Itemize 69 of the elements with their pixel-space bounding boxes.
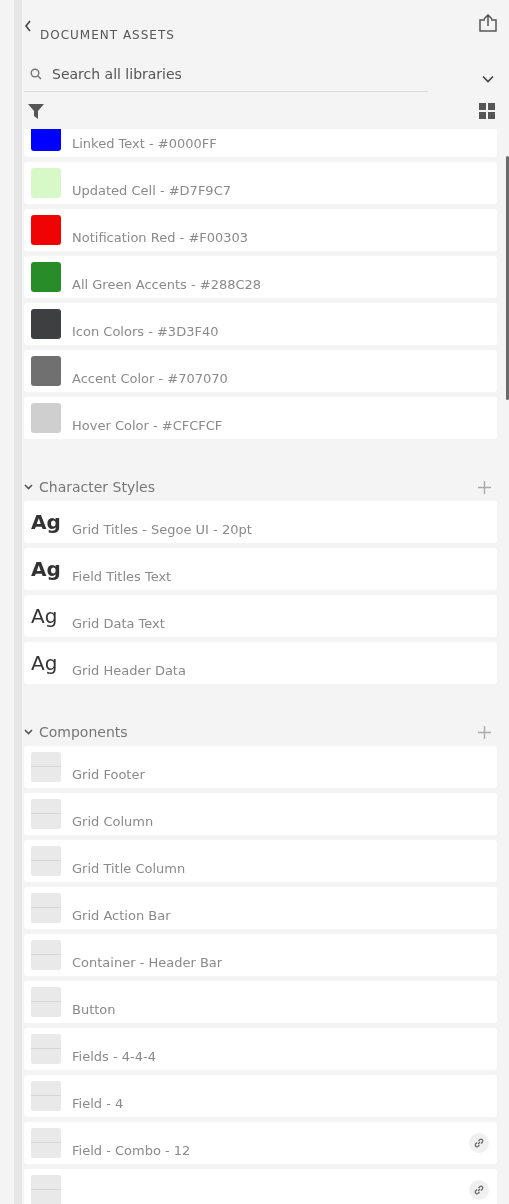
style-name: Field Titles Text bbox=[72, 568, 172, 584]
component-name: Container - Header Bar bbox=[72, 954, 223, 970]
style-card[interactable]: Ag Field Titles Text bbox=[24, 548, 497, 590]
style-card[interactable]: Ag Grid Data Text bbox=[24, 595, 497, 637]
section-title: Character Styles bbox=[39, 479, 157, 495]
style-sample: Ag bbox=[31, 557, 61, 581]
color-card[interactable]: Accent Color - #707070 bbox=[24, 350, 497, 392]
color-card[interactable]: All Green Accents - #288C28 bbox=[24, 256, 497, 298]
component-card[interactable]: Grid Column bbox=[24, 793, 497, 835]
back-icon[interactable] bbox=[24, 20, 32, 32]
style-card[interactable]: Ag Grid Titles - Segoe UI - 20pt bbox=[24, 501, 497, 543]
component-thumbnail bbox=[31, 799, 61, 829]
component-card[interactable]: Container - Header Bar bbox=[24, 934, 497, 976]
style-card[interactable]: Ag Grid Header Data bbox=[24, 642, 497, 684]
color-name: Updated Cell - #D7F9C7 bbox=[72, 182, 231, 198]
component-name: Field - 4 bbox=[72, 1095, 124, 1111]
component-thumbnail bbox=[31, 1128, 61, 1158]
color-name: Notification Red - #F00303 bbox=[72, 229, 249, 245]
component-thumbnail bbox=[31, 1175, 61, 1204]
component-card[interactable]: Button bbox=[24, 981, 497, 1023]
share-icon[interactable] bbox=[479, 14, 497, 32]
style-sample: Ag bbox=[31, 510, 61, 534]
component-name: Button bbox=[72, 1001, 116, 1017]
component-name: Fields - 4-4-4 bbox=[72, 1048, 156, 1064]
color-name: Icon Colors - #3D3F40 bbox=[72, 323, 219, 339]
component-thumbnail bbox=[31, 846, 61, 876]
style-name: Grid Header Data bbox=[72, 662, 186, 678]
style-name: Grid Titles - Segoe UI - 20pt bbox=[72, 521, 252, 537]
component-card[interactable]: Grid Action Bar bbox=[24, 887, 497, 929]
style-name: Grid Data Text bbox=[72, 615, 165, 631]
link-icon[interactable] bbox=[469, 1133, 489, 1153]
color-card[interactable]: Linked Text - #0000FF bbox=[24, 129, 497, 157]
color-card[interactable]: Updated Cell - #D7F9C7 bbox=[24, 162, 497, 204]
component-thumbnail bbox=[31, 940, 61, 970]
chevron-down-icon[interactable] bbox=[24, 729, 33, 735]
component-card[interactable]: Field - 4 bbox=[24, 1075, 497, 1117]
style-sample: Ag bbox=[31, 651, 59, 675]
section-title: Components bbox=[39, 724, 129, 740]
search-field[interactable]: Search all libraries bbox=[52, 65, 412, 82]
color-card[interactable]: Hover Color - #CFCFCF bbox=[24, 397, 497, 439]
link-icon[interactable] bbox=[469, 1180, 489, 1200]
component-name: Grid Action Bar bbox=[72, 907, 171, 923]
search-icon bbox=[30, 67, 42, 80]
color-card[interactable]: Icon Colors - #3D3F40 bbox=[24, 303, 497, 345]
style-sample: Ag bbox=[31, 604, 59, 628]
color-name: Linked Text - #0000FF bbox=[72, 135, 217, 151]
color-name: All Green Accents - #288C28 bbox=[72, 276, 262, 292]
component-name: Field - Combo - 12 bbox=[72, 1142, 191, 1158]
panel-title: DOCUMENT ASSETS bbox=[40, 28, 176, 42]
component-card[interactable]: Fields - 4-4-4 bbox=[24, 1028, 497, 1070]
component-card[interactable]: Field - Combo - 12 bbox=[24, 1122, 497, 1164]
color-card[interactable]: Notification Red - #F00303 bbox=[24, 209, 497, 251]
component-thumbnail bbox=[31, 752, 61, 782]
color-name: Hover Color - #CFCFCF bbox=[72, 417, 223, 433]
component-card[interactable]: Grid Title Column bbox=[24, 840, 497, 882]
filter-icon[interactable] bbox=[28, 103, 44, 119]
grid-view-icon[interactable] bbox=[479, 103, 495, 119]
color-name: Accent Color - #707070 bbox=[72, 370, 228, 386]
component-thumbnail bbox=[31, 1034, 61, 1064]
component-name: Grid Title Column bbox=[72, 860, 186, 876]
component-thumbnail bbox=[31, 1081, 61, 1111]
chevron-down-icon[interactable] bbox=[482, 75, 494, 83]
component-thumbnail bbox=[31, 893, 61, 923]
component-name: Grid Column bbox=[72, 813, 154, 829]
scrollbar[interactable] bbox=[506, 156, 509, 400]
component-card[interactable]: Grid Footer bbox=[24, 746, 497, 788]
chevron-down-icon[interactable] bbox=[24, 484, 33, 490]
component-name: Grid Footer bbox=[72, 766, 145, 782]
component-thumbnail bbox=[31, 987, 61, 1017]
